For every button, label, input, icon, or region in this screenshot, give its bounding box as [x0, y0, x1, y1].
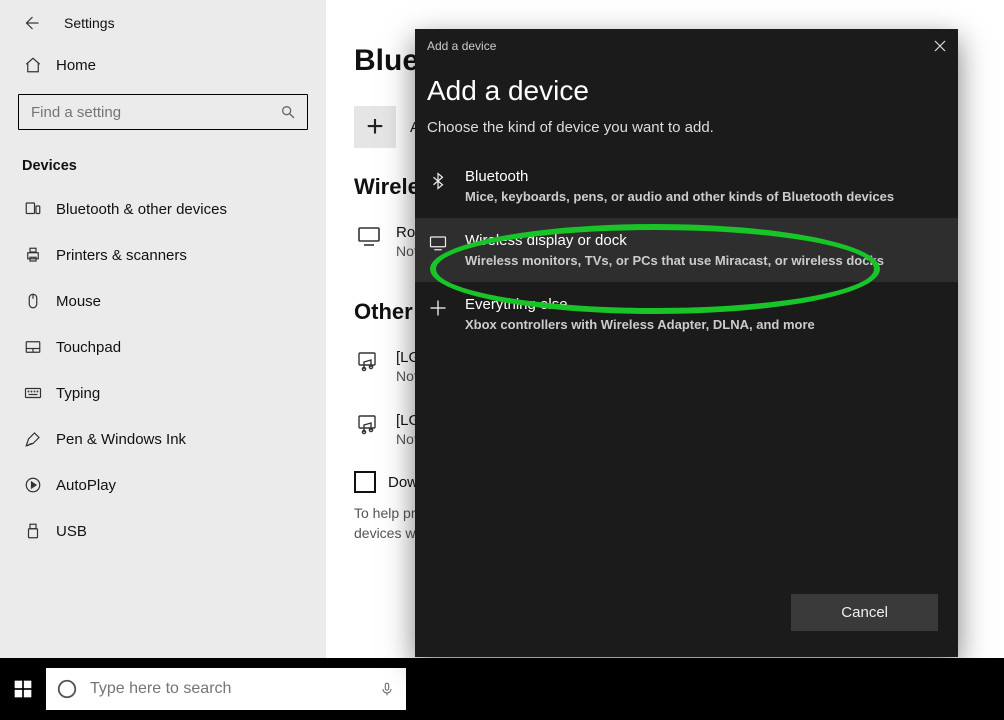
dialog-heading: Add a device: [427, 75, 958, 107]
settings-search[interactable]: [18, 94, 308, 130]
microphone-icon[interactable]: [380, 679, 394, 699]
mouse-icon: [22, 292, 44, 310]
close-icon[interactable]: [934, 40, 946, 52]
sidebar-item-typing[interactable]: Typing: [0, 370, 326, 416]
cortana-icon: [56, 678, 78, 700]
sidebar-item-printers[interactable]: Printers & scanners: [0, 232, 326, 278]
back-icon[interactable]: [22, 14, 40, 32]
sidebar-item-usb[interactable]: USB: [0, 508, 326, 554]
bluetooth-icon: [427, 170, 449, 192]
pen-icon: [22, 430, 44, 448]
touchpad-icon: [22, 338, 44, 356]
taskbar: [0, 658, 1004, 720]
plus-icon: +: [354, 106, 396, 148]
sidebar-home[interactable]: Home: [0, 42, 326, 88]
sidebar-item-label: Mouse: [56, 293, 101, 310]
taskbar-search[interactable]: [46, 668, 406, 710]
sidebar-item-label: USB: [56, 523, 87, 540]
sidebar-item-bluetooth-devices[interactable]: Bluetooth & other devices: [0, 186, 326, 232]
dialog-option-desc: Xbox controllers with Wireless Adapter, …: [465, 317, 815, 332]
media-device-icon: [354, 412, 384, 436]
media-device-icon: [354, 349, 384, 373]
settings-search-input[interactable]: [18, 94, 308, 130]
printer-icon: [22, 246, 44, 264]
checkbox-icon[interactable]: [354, 471, 376, 493]
sidebar-item-label: Printers & scanners: [56, 247, 187, 264]
sidebar-item-touchpad[interactable]: Touchpad: [0, 324, 326, 370]
devices-icon: [22, 200, 44, 218]
dialog-option-everything-else[interactable]: Everything else Xbox controllers with Wi…: [415, 282, 958, 346]
sidebar-item-pen[interactable]: Pen & Windows Ink: [0, 416, 326, 462]
settings-sidebar: Settings Home Devices: [0, 0, 326, 658]
sidebar-item-label: AutoPlay: [56, 477, 116, 494]
usb-icon: [22, 522, 44, 540]
sidebar-item-mouse[interactable]: Mouse: [0, 278, 326, 324]
display-icon: [427, 234, 449, 252]
sidebar-item-autoplay[interactable]: AutoPlay: [0, 462, 326, 508]
start-button[interactable]: [0, 658, 46, 720]
add-device-dialog: Add a device Add a device Choose the kin…: [415, 29, 958, 657]
keyboard-icon: [22, 384, 44, 402]
sidebar-item-label: Touchpad: [56, 339, 121, 356]
sidebar-item-label: Pen & Windows Ink: [56, 431, 186, 448]
sidebar-item-label: Typing: [56, 385, 100, 402]
dialog-option-desc: Mice, keyboards, pens, or audio and othe…: [465, 189, 894, 204]
dialog-option-bluetooth[interactable]: Bluetooth Mice, keyboards, pens, or audi…: [415, 154, 958, 218]
dialog-subtitle: Choose the kind of device you want to ad…: [427, 119, 958, 136]
dialog-option-title: Bluetooth: [465, 168, 894, 185]
sidebar-section-label: Devices: [0, 140, 326, 186]
dialog-option-title: Everything else: [465, 296, 815, 313]
dialog-option-title: Wireless display or dock: [465, 232, 884, 249]
sidebar-item-label: Bluetooth & other devices: [56, 201, 227, 218]
settings-header-title: Settings: [64, 15, 115, 31]
home-icon: [22, 56, 44, 74]
search-icon: [280, 104, 296, 120]
dialog-option-wireless-display[interactable]: Wireless display or dock Wireless monito…: [415, 218, 958, 282]
autoplay-icon: [22, 476, 44, 494]
monitor-icon: [354, 224, 384, 248]
taskbar-search-input[interactable]: [88, 679, 380, 699]
sidebar-home-label: Home: [56, 57, 96, 74]
dialog-option-desc: Wireless monitors, TVs, or PCs that use …: [465, 253, 884, 268]
dialog-title-small: Add a device: [427, 39, 496, 53]
cancel-button[interactable]: Cancel: [791, 594, 938, 631]
plus-icon: [427, 298, 449, 318]
